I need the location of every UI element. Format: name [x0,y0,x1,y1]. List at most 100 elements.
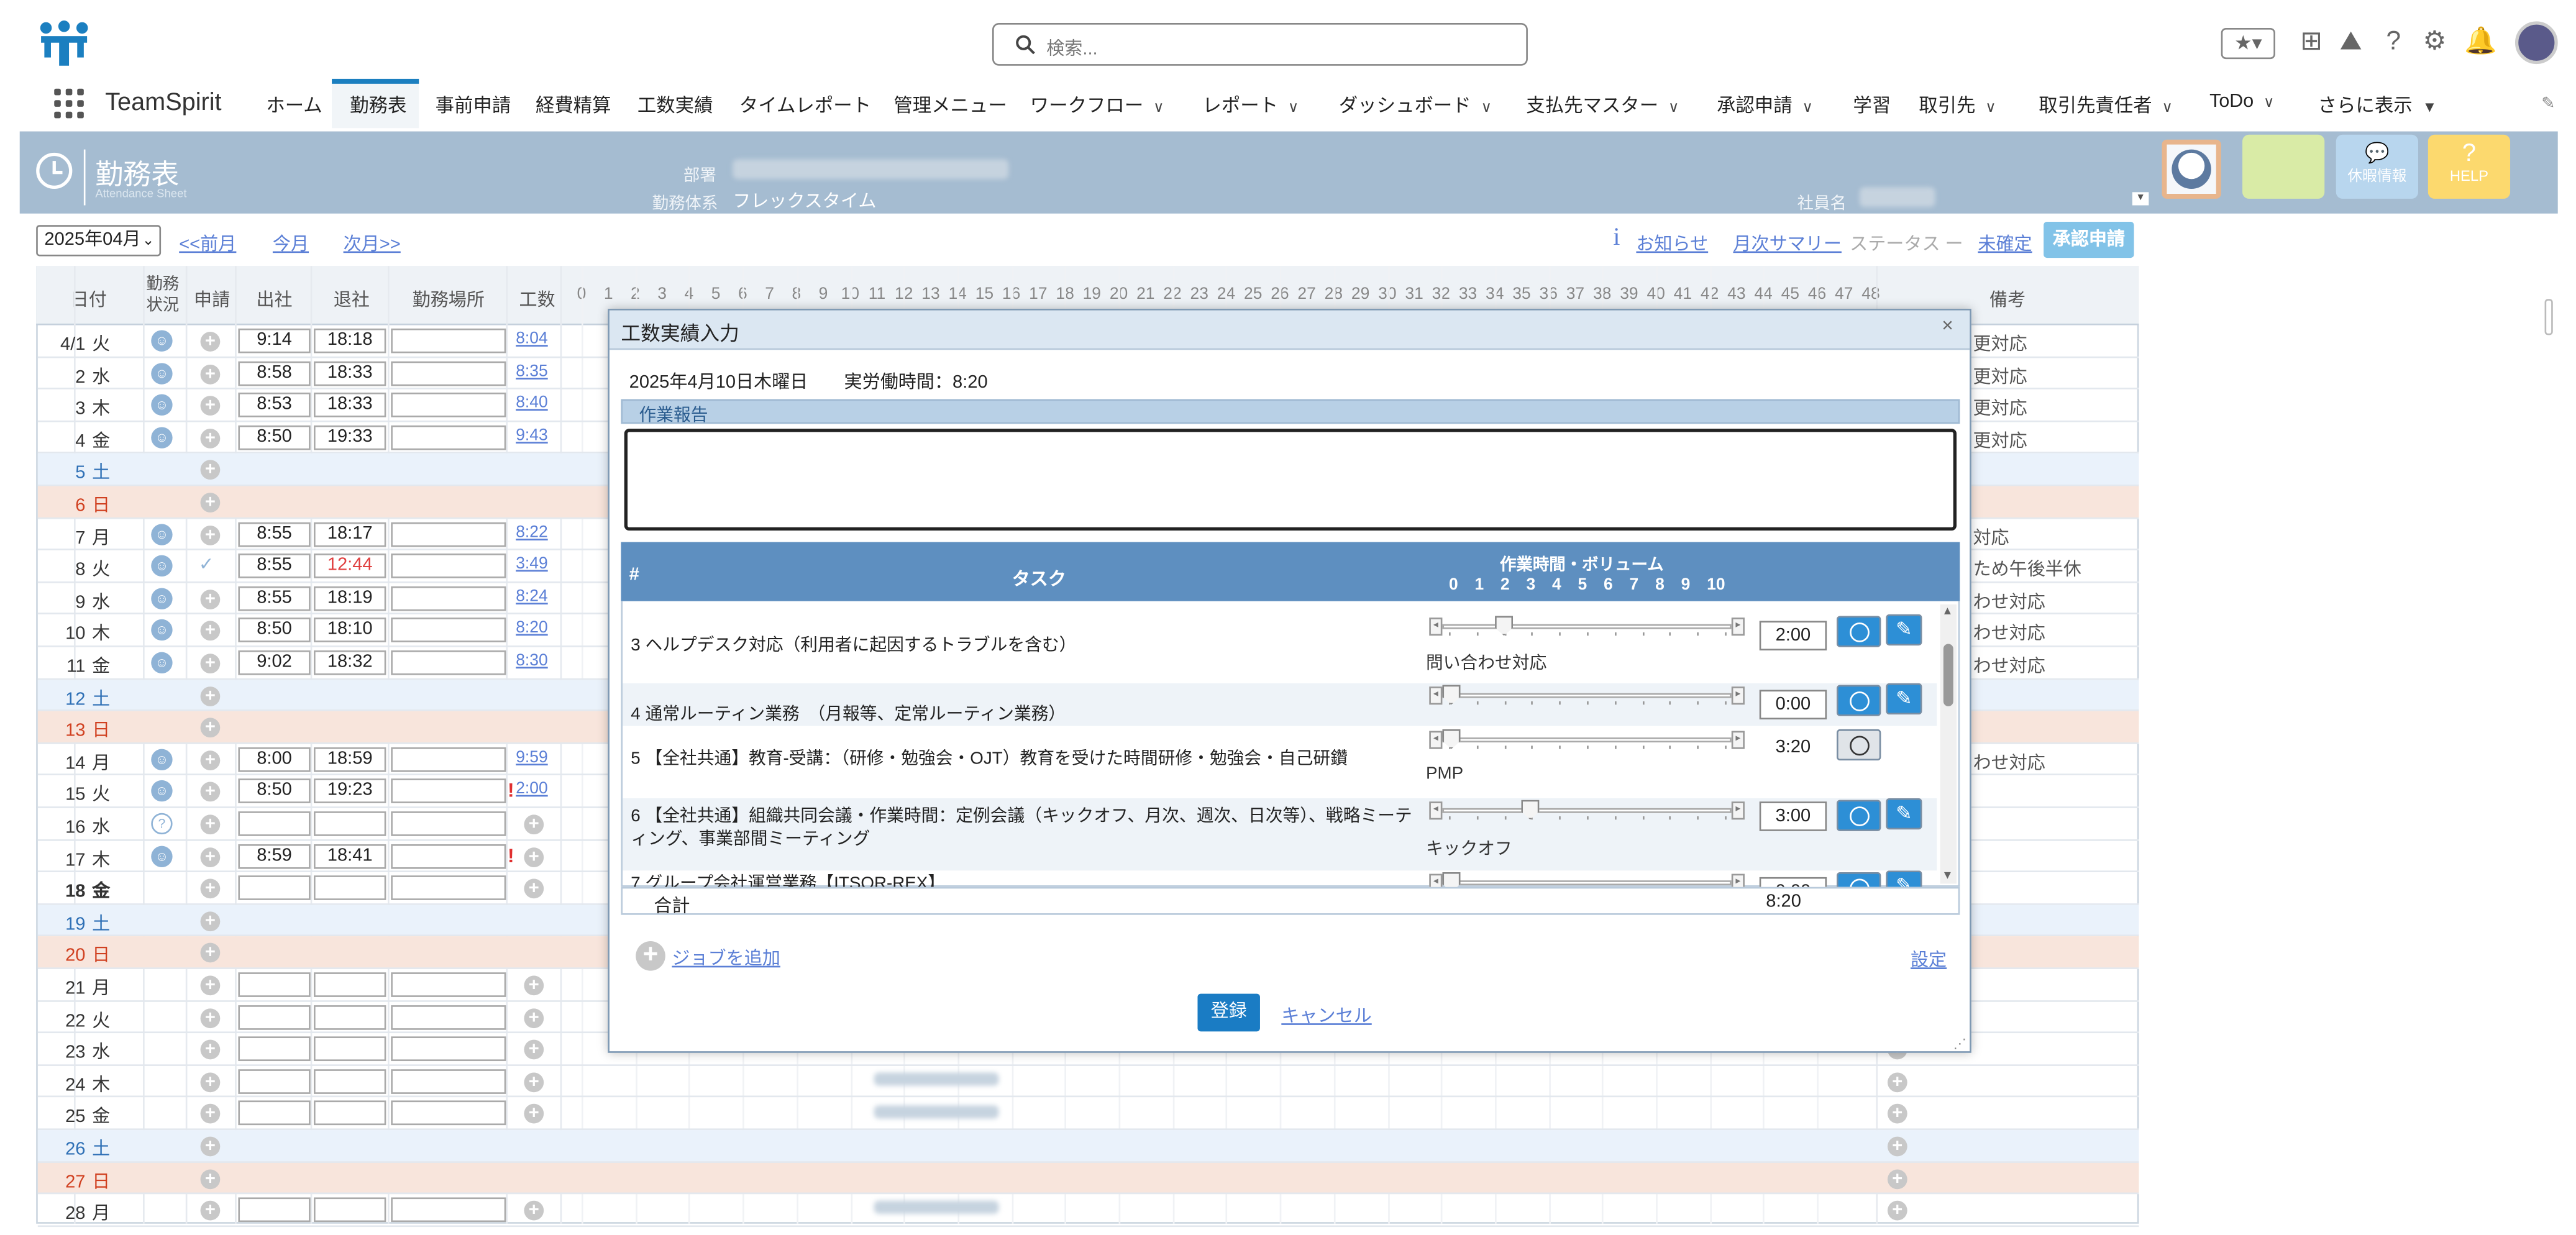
apply-plus-icon[interactable]: + [200,1104,221,1124]
nav-item[interactable]: 取引先責任者 ∨ [2039,92,2173,118]
clock-out-field[interactable]: 18:19 [314,586,386,611]
status-card-green[interactable] [2242,134,2325,199]
task-time-field[interactable]: 0:00 [1759,877,1827,887]
apply-plus-icon[interactable]: + [200,943,221,964]
kosu-link[interactable]: 3:49 [516,555,547,573]
task-volume-slider[interactable]: ◂ ▸ [1429,729,1745,749]
task-volume-slider[interactable]: ◂ ▸ [1429,800,1745,820]
status-smiley-icon[interactable]: ☺ [151,426,173,449]
slider-thumb[interactable] [1442,872,1461,887]
favorites-star-icon[interactable]: ★▾ [2221,27,2275,60]
remark-plus-icon[interactable]: + [1887,1072,1907,1092]
nav-item[interactable]: 管理メニュー [893,92,1007,118]
task-volume-slider[interactable]: ◂ ▸ [1429,872,1745,887]
work-place-field[interactable] [391,875,506,901]
clock-toggle-icon[interactable] [1836,800,1881,831]
clock-out-field[interactable]: 18:17 [314,521,386,547]
apply-plus-icon[interactable]: + [200,1201,221,1221]
work-place-field[interactable] [391,393,506,418]
nav-item[interactable]: 承認申請 ∨ [1717,92,1813,118]
apply-plus-icon[interactable]: + [200,814,221,835]
clock-out-field[interactable]: 19:33 [314,425,386,450]
clock-in-field[interactable] [238,1036,311,1062]
apply-plus-icon[interactable]: + [200,750,221,770]
clock-out-field[interactable]: 18:59 [314,747,386,772]
clock-out-field[interactable] [314,1069,386,1094]
clock-in-field[interactable]: 8:55 [238,586,311,611]
clock-toggle-icon[interactable] [1836,729,1881,761]
slider-left-arrow-icon[interactable]: ◂ [1429,731,1443,749]
profile-image-card[interactable] [2162,139,2221,199]
chevron-down-icon[interactable]: ∨ [1153,99,1164,115]
teamspirit-logo-icon[interactable] [36,20,92,69]
clock-in-field[interactable]: 9:02 [238,650,311,675]
slider-left-arrow-icon[interactable]: ◂ [1429,618,1443,636]
work-place-field[interactable] [391,747,506,772]
work-place-field[interactable] [391,360,506,386]
add-job-plus-icon[interactable]: + [636,941,665,971]
clock-out-field[interactable]: 18:33 [314,393,386,418]
nav-item[interactable]: ダッシュボード ∨ [1339,92,1492,118]
clock-in-field[interactable]: 8:55 [238,521,311,547]
clock-out-field[interactable] [314,1101,386,1126]
clock-in-field[interactable]: 8:00 [238,747,311,772]
apply-plus-icon[interactable]: + [200,686,221,706]
clock-out-field[interactable]: 19:23 [314,779,386,804]
nav-item[interactable]: 勤務表 [350,92,406,118]
clock-in-field[interactable]: 8:58 [238,360,311,386]
monthly-summary-link[interactable]: 月次サマリー [1733,230,1842,256]
task-time-field[interactable]: 2:00 [1759,621,1827,651]
apply-plus-icon[interactable]: + [200,525,221,545]
kosu-plus-icon[interactable]: + [524,1072,544,1092]
help-question-icon[interactable]: ? [2379,28,2409,58]
nav-item[interactable]: 支払先マスター ∨ [1526,92,1679,118]
status-smiley-icon[interactable]: ☺ [151,362,173,384]
chevron-down-icon[interactable]: ∨ [2162,99,2173,115]
edit-pencil-icon[interactable]: ✎ [1886,614,1922,646]
apply-plus-icon[interactable]: + [200,363,221,384]
chevron-down-icon[interactable]: ∨ [1668,99,1679,115]
kosu-link[interactable]: 8:20 [516,620,547,638]
clock-in-field[interactable]: 8:53 [238,393,311,418]
edit-pencil-icon[interactable]: ✎ [1886,870,1922,887]
status-smiley-icon[interactable]: ☺ [151,749,173,770]
edit-pencil-icon[interactable]: ✎ [1886,798,1922,830]
clock-in-field[interactable] [238,1005,311,1029]
status-smiley-icon[interactable]: ☺ [151,652,173,674]
slider-right-arrow-icon[interactable]: ▸ [1731,731,1745,749]
clock-out-field[interactable]: 18:10 [314,618,386,643]
clock-toggle-icon[interactable] [1836,616,1881,647]
kosu-link[interactable]: 8:04 [516,330,547,348]
add-job-link[interactable]: ジョブを追加 [672,944,780,970]
clock-in-field[interactable]: 8:50 [238,779,311,804]
clock-out-field[interactable]: 18:41 [314,843,386,868]
settings-link[interactable]: 設定 [1911,946,1947,972]
clock-out-field[interactable] [314,1005,386,1029]
work-place-field[interactable] [391,1069,506,1094]
apply-plus-icon[interactable]: + [200,332,221,352]
status-smiley-icon[interactable]: ☺ [151,330,173,352]
clock-in-field[interactable]: 8:59 [238,843,311,868]
apply-plus-icon[interactable]: + [200,1169,221,1189]
nav-item[interactable]: 事前申請 [436,92,511,118]
status-question-icon[interactable]: ? [151,813,173,835]
apply-plus-icon[interactable]: + [200,1008,221,1028]
clock-toggle-icon[interactable] [1836,872,1881,887]
clock-in-field[interactable] [238,1197,311,1223]
clock-in-field[interactable]: 9:14 [238,328,311,353]
nav-item[interactable]: ToDo ∨ [2209,92,2274,112]
nav-item[interactable]: 経費精算 [536,92,611,118]
kosu-plus-icon[interactable]: + [524,879,544,899]
apply-plus-icon[interactable]: + [200,1040,221,1060]
kosu-link[interactable]: 8:30 [516,652,547,670]
task-volume-slider[interactable]: ◂ ▸ [1429,616,1745,636]
slider-right-arrow-icon[interactable]: ▸ [1731,618,1745,636]
notice-link[interactable]: お知らせ [1636,230,1708,256]
nav-item[interactable]: ワークフロー ∨ [1030,92,1164,118]
work-place-field[interactable] [391,554,506,579]
clock-in-field[interactable] [238,1101,311,1126]
status-smiley-icon[interactable]: ☺ [151,523,173,545]
notification-bell-icon[interactable]: 🔔 [2464,28,2497,58]
app-launcher-waffle-icon[interactable] [54,88,84,119]
global-search-input[interactable]: 検索... [992,23,1528,66]
